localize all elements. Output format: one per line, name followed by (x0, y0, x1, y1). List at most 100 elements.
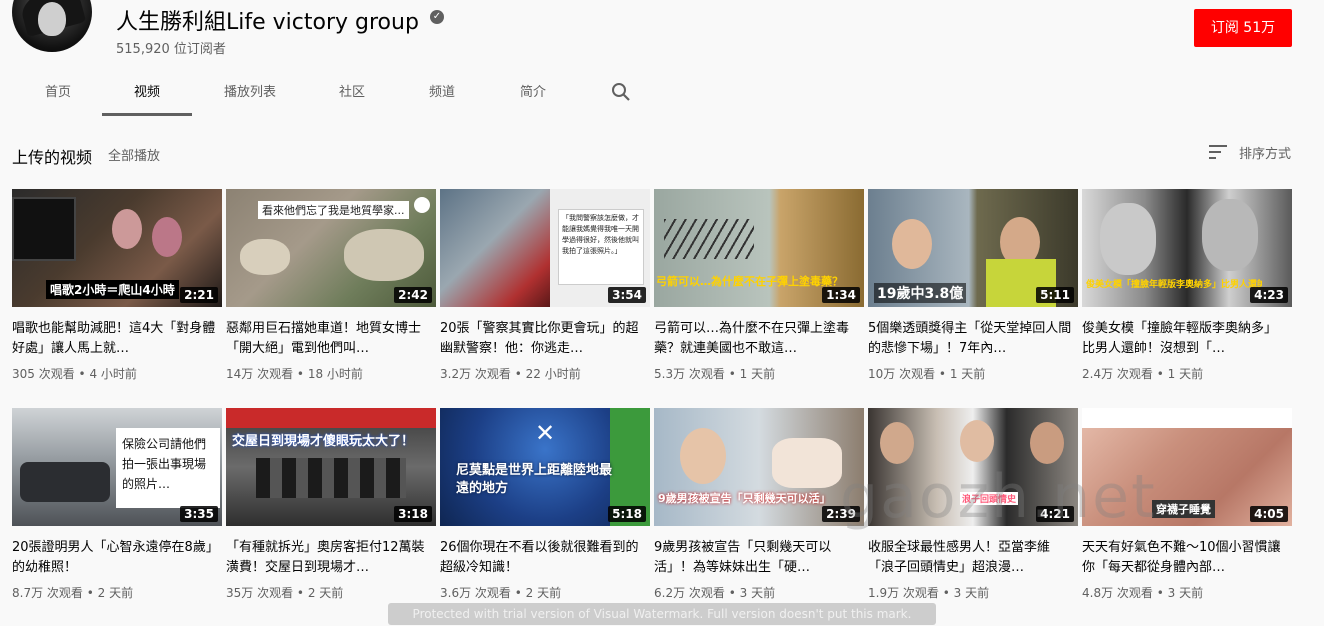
thumb-chairs (256, 458, 406, 498)
upload-age: 3 天前 (739, 586, 776, 600)
view-count: 35万 次观看 (226, 586, 294, 600)
close-icon: ✕ (534, 419, 556, 447)
video-meta: 6.2万 次观看 • 3 天前 (654, 584, 775, 601)
meta-separator: • (293, 586, 308, 600)
upload-age: 18 小时前 (307, 367, 363, 381)
upload-age: 3 天前 (953, 586, 990, 600)
sort-icon (1209, 145, 1227, 159)
video-duration: 2:21 (180, 287, 218, 303)
video-title[interactable]: 「有種就拆光」奧房客拒付12萬裝潢費！交屋日到現場才… (226, 538, 432, 578)
view-count: 2.4万 次观看 (1082, 367, 1153, 381)
video-thumbnail[interactable]: 保險公司請他們拍一張出事現場的照片… 3:35 (12, 408, 222, 526)
thumb-arrows (664, 219, 754, 259)
video-title[interactable]: 9歲男孩被宣告「只剩幾天可以活」！為等妹妹出生「硬… (654, 538, 860, 578)
channel-header: 人生勝利組Life victory group ✓ 515,920 位订阅者 订… (0, 0, 1324, 117)
upload-age: 22 小时前 (525, 367, 581, 381)
video-duration: 3:18 (394, 506, 432, 522)
video-duration: 1:34 (822, 287, 860, 303)
view-count: 10万 次观看 (868, 367, 936, 381)
meta-separator: • (935, 367, 950, 381)
video-title[interactable]: 20張證明男人「心智永遠停在8歲」的幼稚照！ (12, 538, 218, 578)
thumb-face (1100, 203, 1156, 275)
thumb-person (1030, 422, 1064, 464)
thumb-person (880, 422, 914, 464)
tab-about[interactable]: 简介 (515, 70, 551, 116)
thumb-caption: 唱歌2小時＝爬山4小時 (46, 280, 179, 299)
video-thumbnail[interactable]: ✕ 尼莫點是世界上距離陸地最遠的地方 5:18 (440, 408, 650, 526)
video-title[interactable]: 俊美女模「撞臉年輕版李奧納多」比男人還帥！沒想到「… (1082, 319, 1288, 359)
video-meta: 14万 次观看 • 18 小时前 (226, 365, 363, 382)
thumb-caption: 穿襪子睡覺 (1152, 500, 1215, 518)
tab-community[interactable]: 社区 (334, 70, 370, 116)
view-count: 3.6万 次观看 (440, 586, 511, 600)
meta-separator: • (510, 367, 526, 381)
video-title[interactable]: 弓箭可以…為什麼不在只彈上塗毒藥？就連美國也不敢這… (654, 319, 860, 359)
video-title[interactable]: 20張「警察其實比你更會玩」的超幽默警察！他：你逃走… (440, 319, 646, 359)
meta-separator: • (293, 367, 308, 381)
thumb-quote: 「我問警察該怎麼做，才能讓我媽覺得我唯一天開學過得很好，然後他就叫我拍了這張照片… (558, 209, 644, 285)
channel-tabs: 首页 视频 播放列表 社区 频道 简介 (0, 70, 700, 116)
subscribe-button[interactable]: 订阅 51万 (1194, 9, 1292, 47)
video-thumbnail[interactable]: 「我問警察該怎麼做，才能讓我媽覺得我唯一天開學過得很好，然後他就叫我拍了這張照片… (440, 189, 650, 307)
video-duration: 5:18 (608, 506, 646, 522)
view-count: 1.9万 次观看 (868, 586, 939, 600)
section-title: 上传的视频 (12, 148, 93, 167)
thumb-caption: 保險公司請他們拍一張出事現場的照片… (116, 428, 220, 508)
video-thumbnail[interactable]: 唱歌2小時＝爬山4小時 2:21 (12, 189, 222, 307)
avatar-face (38, 2, 66, 36)
channel-avatar[interactable] (12, 0, 92, 52)
upload-age: 2 天前 (97, 586, 134, 600)
video-meta: 4.8万 次观看 • 3 天前 (1082, 584, 1203, 601)
thumb-caption: 俊美女模「撞臉年輕版李奧納多」比男人還帥！ (1086, 280, 1262, 290)
tab-videos[interactable]: 视频 (102, 70, 192, 116)
channel-name: 人生勝利組Life victory group (116, 10, 419, 35)
video-title[interactable]: 收服全球最性感男人！亞當李維「浪子回頭情史」超浪漫… (868, 538, 1074, 578)
thumb-caption: 看來他們忘了我是地質學家... (258, 201, 409, 219)
thumb-boy (680, 428, 726, 484)
thumb-banner (1082, 408, 1292, 428)
video-thumbnail[interactable]: 9歲男孩被宣告「只剩幾天可以活」 2:39 (654, 408, 864, 526)
video-meta: 3.6万 次观看 • 2 天前 (440, 584, 561, 601)
video-title[interactable]: 5個樂透頭獎得主「從天堂掉回人間的悲慘下場」！7年內… (868, 319, 1074, 359)
view-count: 8.7万 次观看 (12, 586, 83, 600)
video-meta: 35万 次观看 • 2 天前 (226, 584, 343, 601)
thumb-car (20, 462, 110, 502)
thumb-baby (772, 438, 842, 488)
meta-separator: • (82, 586, 98, 600)
thumb-rock (240, 239, 290, 275)
thumb-caption: 弓箭可以…為什麼不在子彈上塗毒藥？ (656, 275, 843, 288)
watermark-banner: Protected with trial version of Visual W… (388, 603, 936, 625)
thumb-person (152, 217, 182, 257)
video-meta: 5.3万 次观看 • 1 天前 (654, 365, 775, 382)
tab-channels[interactable]: 频道 (424, 70, 460, 116)
video-thumbnail[interactable]: 弓箭可以…為什麼不在子彈上塗毒藥？ 1:34 (654, 189, 864, 307)
tab-home[interactable]: 首页 (40, 70, 76, 116)
video-thumbnail[interactable]: 19歲中3.8億 5:11 (868, 189, 1078, 307)
thumb-person (892, 219, 932, 269)
video-title[interactable]: 惡鄰用巨石擋她車道！地質女博士「開大絕」電到他們叫… (226, 319, 432, 359)
video-thumbnail[interactable]: 交屋日到現場才傻眼玩太大了！ 3:18 (226, 408, 436, 526)
play-all-link[interactable]: 全部播放 (108, 145, 160, 164)
video-meta: 10万 次观看 • 1 天前 (868, 365, 985, 382)
watermark-site-text: gaozh.net (840, 462, 1157, 532)
video-title[interactable]: 唱歌也能幫助減肥！這4大「對身體好處」讓人馬上就… (12, 319, 218, 359)
meta-separator: • (1152, 586, 1168, 600)
video-thumbnail[interactable]: 俊美女模「撞臉年輕版李奧納多」比男人還帥！ 4:23 (1082, 189, 1292, 307)
thumb-caption: 9歲男孩被宣告「只剩幾天可以活」 (658, 492, 831, 505)
meta-separator: • (724, 586, 740, 600)
clock-icon[interactable] (414, 197, 430, 213)
upload-age: 3 天前 (1167, 586, 1204, 600)
video-title[interactable]: 26個你現在不看以後就很難看到的超級冷知識！ (440, 538, 646, 578)
upload-age: 1 天前 (949, 367, 986, 381)
thumb-photo (440, 189, 550, 307)
upload-age: 1 天前 (1167, 367, 1204, 381)
tab-playlists[interactable]: 播放列表 (218, 70, 282, 116)
thumb-caption: 交屋日到現場才傻眼玩太大了！ (232, 434, 415, 449)
video-title[interactable]: 天天有好氣色不難～10個小習慣讓你「每天都從身體內部… (1082, 538, 1288, 578)
search-icon[interactable] (611, 82, 631, 102)
upload-age: 2 天前 (525, 586, 562, 600)
view-count: 3.2万 次观看 (440, 367, 511, 381)
video-thumbnail[interactable]: 看來他們忘了我是地質學家... 2:42 (226, 189, 436, 307)
thumb-caption: 尼莫點是世界上距離陸地最遠的地方 (456, 463, 613, 496)
thumb-face (1202, 199, 1258, 271)
